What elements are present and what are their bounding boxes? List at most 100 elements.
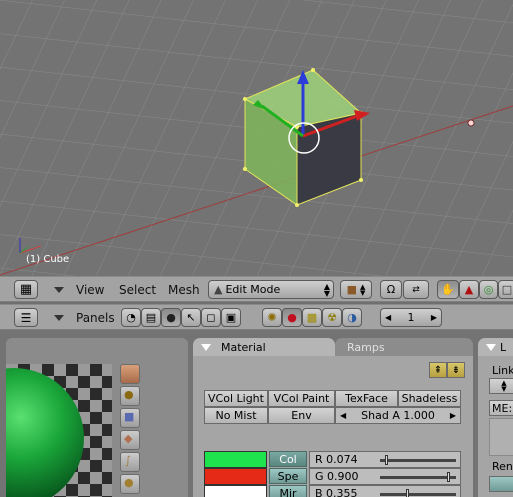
viewport-canvas[interactable] — [0, 0, 513, 276]
preview-sky-icon[interactable]: ● — [120, 474, 140, 494]
lamp-icon: ✺ — [267, 311, 277, 324]
collapse-menu-icon[interactable] — [54, 287, 64, 293]
slider-g-track — [380, 476, 456, 479]
slider-b[interactable]: B 0.355 — [309, 485, 461, 497]
color-swatch-col[interactable] — [204, 451, 267, 468]
rotate-button[interactable]: ◎ — [479, 280, 498, 299]
toggle-vcol-light[interactable]: VCol Light — [204, 390, 268, 407]
toggle-no-mist[interactable]: No Mist — [204, 407, 268, 424]
3d-viewport[interactable]: (1) Cube — [0, 0, 513, 276]
layers-button[interactable]: ⇄ — [403, 280, 429, 299]
object-context-button[interactable]: ↖ — [181, 308, 201, 327]
material-subcontext-button[interactable]: ● — [282, 308, 302, 327]
logic-icon: ◔ — [126, 311, 136, 324]
mode-label: Edit Mode — [225, 283, 281, 296]
edit-icon: ◻ — [206, 311, 216, 324]
toggle-texface[interactable]: TexFace — [335, 390, 398, 407]
toggle-vcol-paint[interactable]: VCol Paint — [268, 390, 335, 407]
mesh-browse-button[interactable]: ▲ ▼ — [489, 378, 513, 394]
square-icon: □ — [501, 283, 513, 296]
shading-context-button[interactable]: ● — [161, 308, 181, 327]
preview-sphere-icon[interactable]: ● — [120, 386, 140, 406]
object-icon: ↖ — [186, 311, 196, 324]
lamp-point — [467, 119, 475, 127]
slider-b-knob[interactable] — [406, 489, 409, 497]
render-option-button[interactable] — [489, 476, 513, 492]
magnet-icon: Ω — [386, 283, 396, 296]
collapse-menu-icon-2[interactable] — [54, 315, 64, 321]
menu-view[interactable]: View — [76, 283, 104, 297]
sphere-icon: ● — [166, 311, 176, 324]
scale-button[interactable]: □ — [498, 280, 513, 299]
panel-collapse-icon-2 — [486, 343, 496, 351]
red-triangle-icon: ▲ — [464, 283, 474, 296]
world-subcontext-button[interactable]: ◑ — [342, 308, 362, 327]
slider-r-track — [380, 459, 456, 462]
color-swatch-spe[interactable] — [204, 468, 267, 485]
pivot-button[interactable]: Ω — [380, 280, 402, 299]
slider-r-knob[interactable] — [385, 455, 388, 465]
shading-icon: ■ — [346, 283, 357, 296]
texture-subcontext-button[interactable]: ▩ — [302, 308, 322, 327]
spe-button[interactable]: Spe — [269, 468, 307, 484]
copy-material-button[interactable]: ⇞ — [429, 362, 447, 378]
color-swatch-mir[interactable] — [204, 485, 267, 497]
arrow-up-icon: ⇞ — [433, 364, 443, 376]
panels-label: Panels — [76, 311, 115, 325]
link-label: Link — [492, 364, 513, 377]
script-icon: ▤ — [145, 311, 157, 324]
menu-select[interactable]: Select — [119, 283, 156, 297]
ren-label: Ren — [492, 460, 513, 473]
preview-monkey-icon[interactable]: ◆ — [120, 430, 140, 450]
slider-b-track — [380, 493, 456, 496]
radiosity-icon: ☢ — [327, 311, 337, 324]
mode-select[interactable]: ▲ Edit Mode ▲ ▼ — [208, 280, 334, 299]
buttons-window: ● ■ ◆ ∫ ● Material Ramps ⇞ ⇟ VCol Light … — [0, 330, 513, 497]
draw-type-button[interactable]: ■ ▲ ▼ — [340, 280, 372, 299]
frame-number: 1 — [407, 311, 415, 324]
editing-context-button[interactable]: ◻ — [201, 308, 221, 327]
toggle-shadeless[interactable]: Shadeless — [398, 390, 461, 407]
updown-arrows-icon: ▲ ▼ — [323, 281, 330, 298]
frame-number-field[interactable]: ◀ 1 ▶ — [380, 308, 442, 327]
col-button[interactable]: Col — [269, 451, 307, 467]
updown-arrows-icon: ▲ ▼ — [360, 282, 366, 297]
tab-material[interactable]: Material — [193, 338, 335, 356]
preview-flat-icon[interactable] — [120, 364, 140, 384]
slider-r-label: R 0.074 — [315, 453, 358, 466]
grid-icon: ▦ — [19, 282, 33, 297]
preview-hair-icon[interactable]: ∫ — [120, 452, 140, 472]
translate-button[interactable]: ▲ — [459, 280, 479, 299]
material-index-box — [489, 418, 513, 456]
world-icon: ◑ — [347, 311, 357, 324]
slider-g[interactable]: G 0.900 — [309, 468, 461, 485]
lamp-subcontext-button[interactable]: ✺ — [262, 308, 282, 327]
scene-context-button[interactable]: ▣ — [221, 308, 241, 327]
menu-mesh[interactable]: Mesh — [168, 283, 200, 297]
mesh-name-field[interactable]: ME: — [489, 400, 513, 416]
paste-material-button[interactable]: ⇟ — [447, 362, 465, 378]
shad-a-field[interactable]: ◀ Shad A 1.000 ▶ — [335, 407, 461, 424]
material-panel-body: ⇞ ⇟ VCol Light VCol Paint TexFace Shadel… — [193, 356, 473, 497]
mir-button[interactable]: Mir — [269, 485, 307, 497]
arrow-down-icon: ⇟ — [451, 364, 461, 376]
arrow-right-icon: ▶ — [449, 411, 456, 420]
hand-button[interactable]: ✋ — [437, 280, 459, 299]
slider-r[interactable]: R 0.074 — [309, 451, 461, 468]
radiosity-subcontext-button[interactable]: ☢ — [322, 308, 342, 327]
slider-b-label: B 0.355 — [315, 487, 358, 497]
arrow-left-icon: ◀ — [340, 411, 347, 420]
updown-arrows-icon: ▲ ▼ — [501, 379, 507, 393]
preview-cube-icon[interactable]: ■ — [120, 408, 140, 428]
editor-type-button[interactable]: ▦ — [14, 280, 38, 299]
preview-sphere — [6, 368, 84, 497]
script-context-button[interactable]: ▤ — [141, 308, 161, 327]
tab-ramps[interactable]: Ramps — [335, 338, 473, 356]
toggle-env[interactable]: Env — [268, 407, 335, 424]
editor-type-button-2[interactable]: ☰ — [14, 308, 38, 327]
slider-g-knob[interactable] — [447, 472, 450, 482]
arrow-right-icon: ▶ — [430, 313, 437, 322]
3d-view-header: ▦ View Select Mesh ▲ Edit Mode ▲ ▼ ■ ▲ ▼ Ω… — [0, 276, 513, 302]
tab-links[interactable]: L — [478, 338, 513, 356]
logic-context-button[interactable]: ◔ — [121, 308, 141, 327]
